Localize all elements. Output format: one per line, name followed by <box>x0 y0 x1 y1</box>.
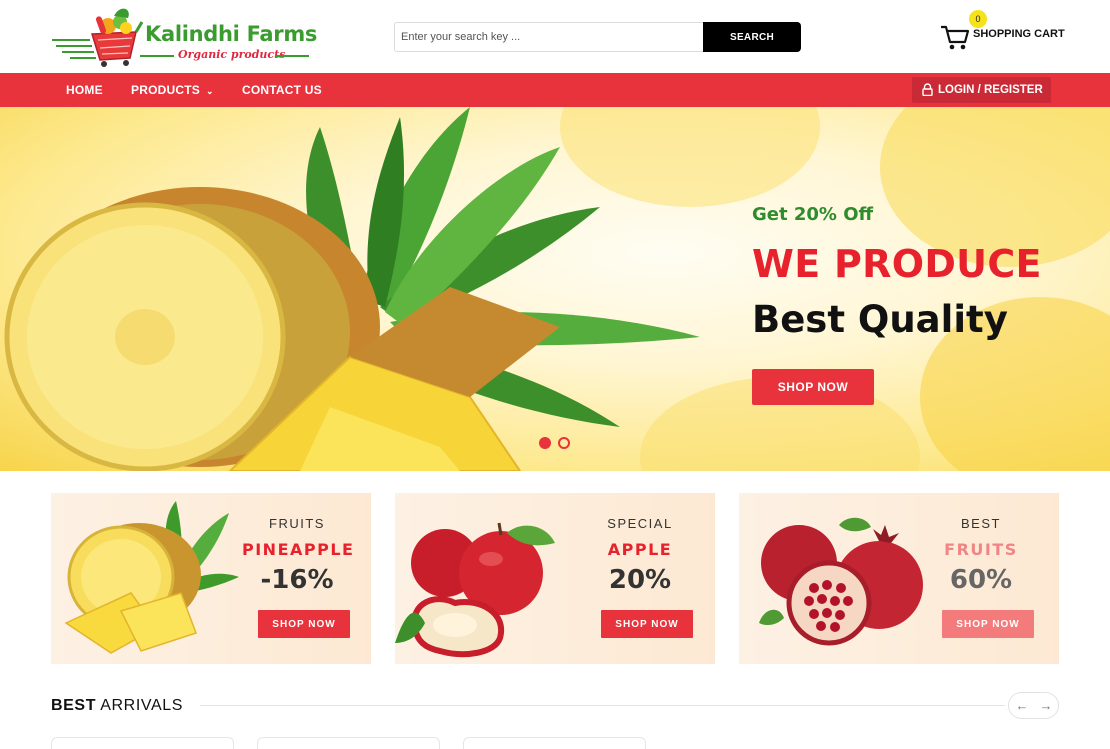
hero-title: WE PRODUCE <box>752 242 1042 286</box>
hero-subtitle: Get 20% Off <box>752 204 874 225</box>
hero-shop-now-button[interactable]: SHOP NOW <box>752 369 874 405</box>
nav-item-contact[interactable]: CONTACT US <box>242 73 322 107</box>
pomegranates-image <box>759 517 923 646</box>
promo-kicker: SPECIAL <box>607 516 673 531</box>
promo-shop-now-button[interactable]: SHOP NOW <box>942 610 1034 638</box>
slider-dot-active[interactable] <box>539 437 551 449</box>
section-divider <box>200 705 1005 706</box>
promo-discount: -16% <box>260 565 334 595</box>
promo-shop-now-button[interactable]: SHOP NOW <box>601 610 693 638</box>
promo-card-fruits[interactable]: BEST FRUITS 60% SHOP NOW <box>739 493 1059 664</box>
promo-card-apple[interactable]: SPECIAL APPLE 20% SHOP NOW <box>395 493 715 664</box>
nav-item-products-label: PRODUCTS <box>131 83 200 97</box>
shopping-cart[interactable]: 0 SHOPPING CART <box>940 10 1070 54</box>
product-card[interactable] <box>257 737 440 749</box>
site-logo[interactable]: Kalindhi Farms Organic products <box>50 4 320 68</box>
nav-item-products[interactable]: PRODUCTS ⌄ <box>131 73 214 107</box>
site-header: Kalindhi Farms Organic products SEARCH 0… <box>0 0 1110 73</box>
cart-count-badge: 0 <box>969 10 987 28</box>
apples-image <box>395 522 555 658</box>
login-register-button[interactable]: LOGIN / REGISTER <box>912 77 1051 103</box>
logo-title: Kalindhi Farms <box>145 22 318 46</box>
logo-divider-left <box>140 55 174 57</box>
carousel-nav: ← → <box>1008 692 1059 719</box>
chevron-down-icon: ⌄ <box>205 86 214 96</box>
pineapple-hero-image <box>4 107 700 471</box>
promo-discount: 20% <box>608 565 672 595</box>
promo-shop-now-button[interactable]: SHOP NOW <box>258 610 350 638</box>
promo-discount: 60% <box>949 565 1013 595</box>
logo-subtitle: Organic products <box>178 48 286 61</box>
search-input[interactable] <box>394 22 704 52</box>
product-card[interactable] <box>463 737 646 749</box>
product-card[interactable] <box>51 737 234 749</box>
best-arrivals-title-rest: ARRIVALS <box>96 697 183 714</box>
arrow-right-icon[interactable]: → <box>1036 696 1056 716</box>
login-register-label: LOGIN / REGISTER <box>938 84 1043 96</box>
promo-kicker: FRUITS <box>269 516 325 531</box>
promo-card-pineapple[interactable]: FRUITS PINEAPPLE -16% SHOP NOW <box>51 493 371 664</box>
hero-title-secondary: Best Quality <box>752 298 1008 341</box>
promo-name: FRUITS <box>944 540 1018 559</box>
logo-divider-right <box>275 55 309 57</box>
cart-label: SHOPPING CART <box>973 28 1065 40</box>
search-button[interactable]: SEARCH <box>703 22 801 52</box>
promo-name: PINEAPPLE <box>242 540 355 559</box>
promo-name: APPLE <box>607 540 673 559</box>
promo-kicker: BEST <box>961 516 1001 531</box>
nav-item-home[interactable]: HOME <box>66 73 103 107</box>
lock-icon <box>922 83 933 96</box>
shopping-cart-icon <box>941 25 970 50</box>
hero-slider: Get 20% Off WE PRODUCE Best Quality SHOP… <box>0 107 1110 471</box>
best-arrivals-title-bold: BEST <box>51 697 97 714</box>
shopping-basket-logo-icon <box>52 8 144 67</box>
arrow-left-icon[interactable]: ← <box>1012 696 1032 716</box>
search-bar: SEARCH <box>394 22 801 52</box>
best-arrivals-title: BEST ARRIVALS <box>51 697 183 715</box>
pineapple-image <box>64 501 239 654</box>
main-navigation: HOME PRODUCTS ⌄ CONTACT US LOGIN / REGIST… <box>0 73 1110 107</box>
slider-dot[interactable] <box>558 437 570 449</box>
